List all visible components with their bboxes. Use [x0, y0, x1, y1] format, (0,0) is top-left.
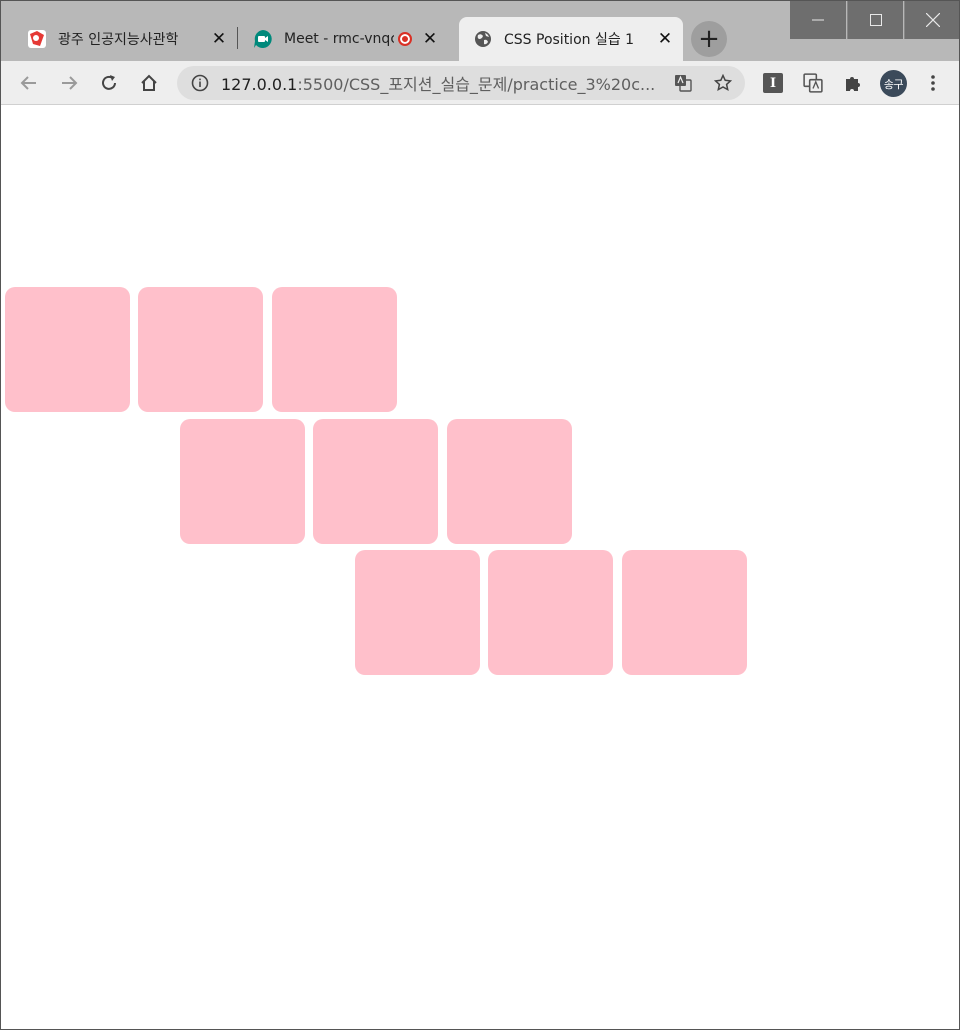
red-favicon-icon [28, 30, 46, 48]
pink-box [180, 419, 305, 544]
info-icon[interactable] [191, 74, 209, 92]
maximize-button[interactable] [847, 1, 903, 39]
close-window-button[interactable] [904, 1, 959, 39]
pink-box [488, 550, 613, 675]
url-host: 127.0.0.1 [221, 75, 298, 94]
pink-box [313, 419, 438, 544]
instapaper-icon: I [763, 73, 783, 93]
extensions-button[interactable] [841, 71, 865, 95]
reload-icon [102, 75, 116, 90]
globe-icon [475, 31, 491, 47]
forward-button[interactable] [57, 71, 81, 95]
tab-ai-academy[interactable]: 광주 인공지능사관학 ✕ [1, 17, 237, 61]
new-tab-button[interactable]: + [691, 21, 727, 57]
tab-title: Meet - rmc-vnqc [284, 31, 394, 47]
pink-box [622, 550, 747, 675]
home-button[interactable] [137, 71, 161, 95]
minimize-button[interactable] [790, 1, 846, 39]
pink-box [138, 287, 263, 412]
address-bar[interactable]: 127.0.0.1:5500/CSS_포지션_실습_문제/practice_3%… [177, 66, 745, 100]
profile-avatar[interactable]: 송구 [880, 70, 907, 97]
star-icon [714, 74, 732, 92]
page-viewport [1, 106, 959, 1029]
maximize-icon [869, 14, 882, 26]
google-meet-icon [254, 30, 272, 48]
browser-window: 광주 인공지능사관학 ✕ Meet - rmc-vnqc ✕ CSS Posit… [0, 0, 960, 1030]
puzzle-icon [846, 77, 860, 91]
extension-instapaper-button[interactable]: I [761, 71, 785, 95]
more-vert-icon [931, 75, 935, 91]
tab-strip: 광주 인공지능사관학 ✕ Meet - rmc-vnqc ✕ CSS Posit… [1, 1, 959, 61]
extension-translate-button[interactable] [801, 71, 825, 95]
menu-button[interactable] [921, 71, 945, 95]
pink-box [272, 287, 397, 412]
translate-icon [675, 75, 692, 92]
bookmark-button[interactable] [713, 73, 733, 93]
url-text[interactable]: 127.0.0.1:5500/CSS_포지션_실습_문제/practice_3%… [221, 71, 661, 95]
home-icon [141, 74, 157, 91]
reload-button[interactable] [97, 71, 121, 95]
minimize-icon [812, 19, 824, 21]
translate-button[interactable] [673, 73, 693, 93]
tab-title: CSS Position 실습 1 [504, 32, 635, 48]
recording-icon [398, 32, 412, 46]
pink-box [447, 419, 572, 544]
close-icon[interactable]: ✕ [418, 29, 442, 49]
close-icon[interactable]: ✕ [653, 29, 677, 49]
browser-toolbar: 127.0.0.1:5500/CSS_포지션_실습_문제/practice_3%… [1, 61, 959, 105]
tab-title: 광주 인공지능사관학 [58, 32, 179, 48]
tab-css-position[interactable]: CSS Position 실습 1 ✕ [459, 17, 683, 61]
pink-box [5, 287, 130, 412]
url-path: :5500/CSS_포지션_실습_문제/practice_3%20c... [297, 75, 656, 94]
pink-box [355, 550, 480, 675]
translate-extension-icon [803, 73, 823, 93]
arrow-left-icon [20, 76, 36, 90]
back-button[interactable] [17, 71, 41, 95]
close-window-icon [925, 13, 940, 27]
arrow-right-icon [62, 76, 78, 90]
tab-google-meet[interactable]: Meet - rmc-vnqc ✕ [227, 17, 459, 61]
